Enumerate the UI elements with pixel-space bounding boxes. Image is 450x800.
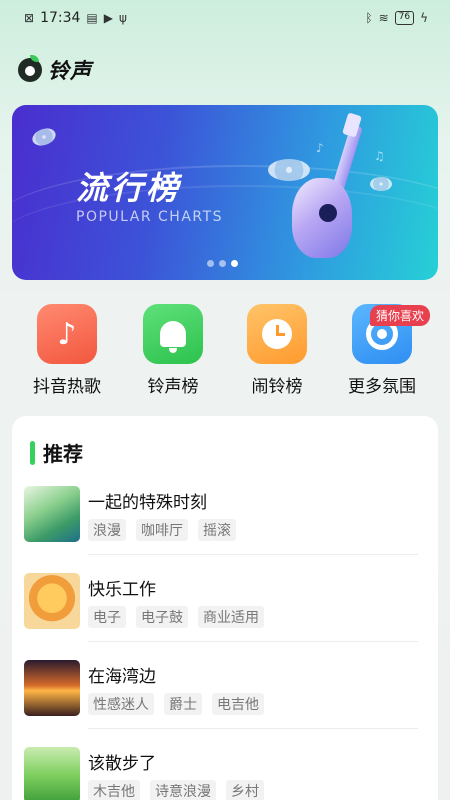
divider <box>88 641 418 642</box>
recommend-section: 推荐 一起的特殊时刻 浪漫 咖啡厅 摇滚 快乐工作 电子 电子鼓 商业适用 在海… <box>12 416 438 800</box>
song-thumbnail <box>24 486 80 542</box>
song-tag: 电子鼓 <box>136 606 188 628</box>
song-tag: 木吉他 <box>88 780 140 800</box>
song-thumbnail <box>24 573 80 629</box>
song-tag: 电子 <box>88 606 126 628</box>
app-header: 铃声 <box>18 54 92 86</box>
category-label: 铃声榜 <box>147 377 199 397</box>
section-accent-bar <box>30 440 35 465</box>
book-icon: ▤ <box>86 11 98 25</box>
list-item[interactable]: 该散步了 木吉他 诗意浪漫 乡村 <box>24 747 434 800</box>
category-douyin-hits[interactable]: ♪ 抖音热歌 <box>22 304 112 397</box>
bell-icon <box>143 304 203 364</box>
category-label: 闹铃榜 <box>251 377 303 397</box>
song-tag: 商业适用 <box>198 606 264 628</box>
recommend-header: 推荐 <box>30 438 83 467</box>
song-tag: 咖啡厅 <box>136 519 188 541</box>
status-bar: ⊠ 17:34 ▤ ▶ ψ ᛒ ≋ 76 ϟ <box>0 0 450 36</box>
banner-subtitle: POPULAR CHARTS <box>76 209 224 225</box>
song-tags: 电子 电子鼓 商业适用 <box>88 606 264 628</box>
category-label: 抖音热歌 <box>33 377 101 397</box>
pagination-dot[interactable] <box>207 260 214 267</box>
song-tags: 木吉他 诗意浪漫 乡村 <box>88 780 264 800</box>
disc-icon <box>370 177 392 191</box>
disc-icon <box>29 125 59 149</box>
banner-title: 流行榜 <box>76 169 182 207</box>
song-tag: 电吉他 <box>212 693 264 715</box>
song-tag: 乡村 <box>226 780 264 800</box>
music-note-icon: ♫ <box>374 149 385 163</box>
status-time: 17:34 <box>40 10 81 26</box>
song-tag: 性感迷人 <box>88 693 154 715</box>
list-item[interactable]: 一起的特殊时刻 浪漫 咖啡厅 摇滚 <box>24 486 434 558</box>
guitar-soundhole <box>319 204 337 222</box>
douyin-note-icon: ♪ <box>37 304 97 364</box>
category-ringtone-chart[interactable]: 铃声榜 <box>128 304 218 397</box>
category-alarm-chart[interactable]: 闹铃榜 <box>232 304 322 397</box>
song-tag: 浪漫 <box>88 519 126 541</box>
app-logo-icon <box>18 55 42 82</box>
song-tag: 诗意浪漫 <box>150 780 216 800</box>
bluetooth-icon: ᛒ <box>365 11 373 25</box>
list-item[interactable]: 快乐工作 电子 电子鼓 商业适用 <box>24 573 434 645</box>
song-tags: 浪漫 咖啡厅 摇滚 <box>88 519 236 541</box>
recommend-title: 推荐 <box>43 442 83 466</box>
music-note-icon: ♪ <box>316 141 324 155</box>
list-item[interactable]: 在海湾边 性感迷人 爵士 电吉他 <box>24 660 434 732</box>
song-tag: 爵士 <box>164 693 202 715</box>
divider <box>88 554 418 555</box>
charging-icon: ϟ <box>420 11 428 25</box>
usb-icon: ψ <box>119 11 127 25</box>
song-tag: 摇滚 <box>198 519 236 541</box>
video-icon: ▶ <box>103 11 113 25</box>
category-label: 更多氛围 <box>348 377 416 397</box>
disc-icon <box>268 159 310 181</box>
wifi-icon: ≋ <box>378 11 389 25</box>
song-thumbnail <box>24 747 80 800</box>
popular-charts-banner[interactable]: ♪ ♫ 流行榜 POPULAR CHARTS <box>12 105 438 280</box>
alarm-clock-icon <box>247 304 307 364</box>
song-title: 一起的特殊时刻 <box>88 493 207 513</box>
battery-icon: 76 <box>394 11 415 25</box>
song-tags: 性感迷人 爵士 电吉他 <box>88 693 264 715</box>
screenshot-icon: ⊠ <box>24 11 35 25</box>
banner-pagination <box>207 260 238 267</box>
app-title: 铃声 <box>48 59 92 83</box>
song-title: 该散步了 <box>88 754 156 774</box>
song-title: 快乐工作 <box>88 580 156 600</box>
pagination-dot-active[interactable] <box>231 260 238 267</box>
song-title: 在海湾边 <box>88 667 156 687</box>
guess-you-like-badge: 猜你喜欢 <box>370 305 431 326</box>
song-thumbnail <box>24 660 80 716</box>
divider <box>88 728 418 729</box>
pagination-dot[interactable] <box>219 260 226 267</box>
